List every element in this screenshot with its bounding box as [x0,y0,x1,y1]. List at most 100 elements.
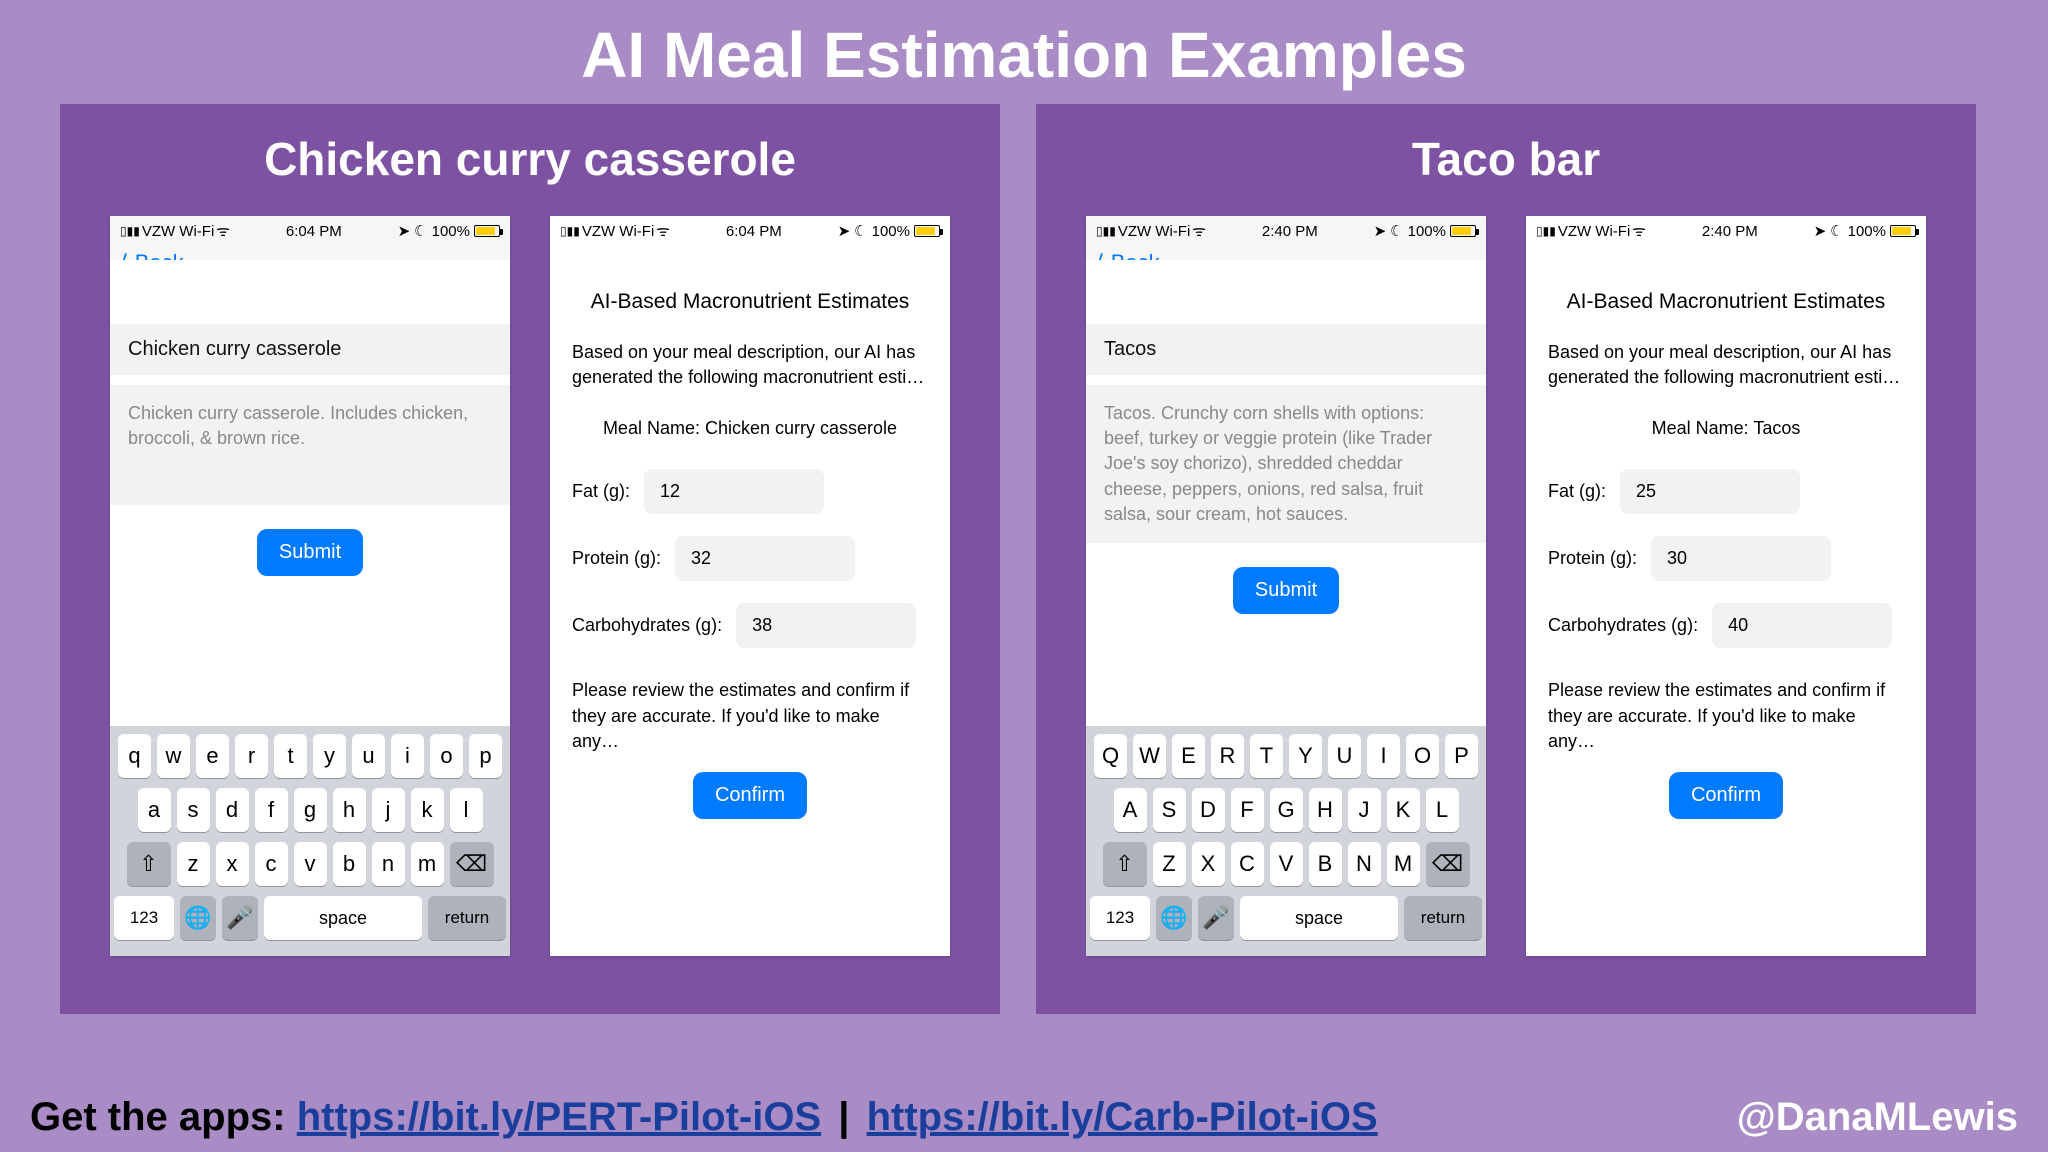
key-u[interactable]: u [352,734,385,778]
fat-label: Fat (g): [1548,481,1606,502]
confirm-button[interactable]: Confirm [1669,772,1783,819]
shift-key[interactable]: ⇧ [1103,842,1147,886]
key-k[interactable]: K [1387,788,1420,832]
carbs-value-input[interactable]: 38 [736,603,916,648]
location-icon: ➤ [838,222,851,240]
key-y[interactable]: Y [1289,734,1322,778]
key-l[interactable]: L [1426,788,1459,832]
key-u[interactable]: U [1328,734,1361,778]
key-x[interactable]: x [216,842,249,886]
key-c[interactable]: C [1231,842,1264,886]
key-q[interactable]: q [118,734,151,778]
protein-value-input[interactable]: 30 [1651,536,1831,581]
space-key[interactable]: space [1240,896,1398,940]
key-w[interactable]: w [157,734,190,778]
key-t[interactable]: t [274,734,307,778]
back-button-peek[interactable]: ⟨ Back [1086,246,1486,260]
key-b[interactable]: b [333,842,366,886]
key-p[interactable]: P [1445,734,1478,778]
key-c[interactable]: c [255,842,288,886]
key-q[interactable]: Q [1094,734,1127,778]
carbs-label: Carbohydrates (g): [572,615,722,636]
link-carb-pilot[interactable]: https://bit.ly/Carb-Pilot-iOS [867,1095,1378,1139]
mic-key[interactable]: 🎤 [1198,896,1234,940]
key-i[interactable]: i [391,734,424,778]
key-n[interactable]: N [1348,842,1381,886]
numbers-key[interactable]: 123 [1090,896,1150,940]
key-p[interactable]: p [469,734,502,778]
key-x[interactable]: X [1192,842,1225,886]
estimate-heading: AI-Based Macronutrient Estimates [550,246,950,334]
key-h[interactable]: H [1309,788,1342,832]
moon-icon: ☾ [1390,222,1403,240]
key-o[interactable]: O [1406,734,1439,778]
key-z[interactable]: Z [1153,842,1186,886]
back-button-peek[interactable]: ⟨ Back [110,246,510,260]
meal-desc-input[interactable]: Chicken curry casserole. Includes chicke… [110,385,510,505]
mic-key[interactable]: 🎤 [222,896,258,940]
key-s[interactable]: s [177,788,210,832]
key-d[interactable]: d [216,788,249,832]
key-m[interactable]: M [1387,842,1420,886]
fat-value-input[interactable]: 12 [644,469,824,514]
key-m[interactable]: m [411,842,444,886]
key-e[interactable]: E [1172,734,1205,778]
key-j[interactable]: j [372,788,405,832]
key-r[interactable]: R [1211,734,1244,778]
submit-button[interactable]: Submit [257,529,363,576]
numbers-key[interactable]: 123 [114,896,174,940]
footer-sep: | [838,1095,860,1139]
key-o[interactable]: o [430,734,463,778]
key-v[interactable]: V [1270,842,1303,886]
key-d[interactable]: D [1192,788,1225,832]
meal-title-input[interactable]: Chicken curry casserole [110,324,510,375]
key-k[interactable]: k [411,788,444,832]
key-t[interactable]: T [1250,734,1283,778]
key-w[interactable]: W [1133,734,1166,778]
key-l[interactable]: l [450,788,483,832]
backspace-key[interactable]: ⌫ [450,842,494,886]
meal-name-label: Meal Name: Chicken curry casserole [550,410,950,463]
key-a[interactable]: a [138,788,171,832]
fat-value-input[interactable]: 25 [1620,469,1800,514]
meal-title-input[interactable]: Tacos [1086,324,1486,375]
key-h[interactable]: h [333,788,366,832]
review-text: Please review the estimates and confirm … [1526,664,1926,768]
wifi-icon: ᯤ [1632,221,1646,241]
key-j[interactable]: J [1348,788,1381,832]
space-key[interactable]: space [264,896,422,940]
location-icon: ➤ [1374,222,1387,240]
key-f[interactable]: F [1231,788,1264,832]
key-f[interactable]: f [255,788,288,832]
confirm-button[interactable]: Confirm [693,772,807,819]
panel-heading: Chicken curry casserole [96,132,964,186]
protein-value-input[interactable]: 32 [675,536,855,581]
key-z[interactable]: z [177,842,210,886]
key-e[interactable]: e [196,734,229,778]
key-g[interactable]: g [294,788,327,832]
key-r[interactable]: r [235,734,268,778]
key-i[interactable]: I [1367,734,1400,778]
ios-keyboard[interactable]: QWERTYUIOP ASDFGHJKL ⇧ZXCVBNM⌫ 123🌐🎤spacere… [1086,726,1486,956]
globe-key[interactable]: 🌐 [180,896,216,940]
key-b[interactable]: B [1309,842,1342,886]
carbs-value-input[interactable]: 40 [1712,603,1892,648]
key-s[interactable]: S [1153,788,1186,832]
key-y[interactable]: y [313,734,346,778]
status-time: 6:04 PM [726,223,782,240]
phone-estimate-taco: ▯▮▮ VZW Wi-Fi ᯤ 2:40 PM ➤ ☾ 100% AI-Base… [1526,216,1926,956]
ios-keyboard[interactable]: qwertyuiop asdfghjkl ⇧zxcvbnm⌫ 123🌐🎤spacere… [110,726,510,956]
return-key[interactable]: return [428,896,506,940]
meal-desc-input[interactable]: Tacos. Crunchy corn shells with options:… [1086,385,1486,543]
key-a[interactable]: A [1114,788,1147,832]
key-v[interactable]: v [294,842,327,886]
link-pert-pilot[interactable]: https://bit.ly/PERT-Pilot-iOS [297,1095,821,1139]
backspace-key[interactable]: ⌫ [1426,842,1470,886]
return-key[interactable]: return [1404,896,1482,940]
key-n[interactable]: n [372,842,405,886]
battery-icon [474,225,500,237]
submit-button[interactable]: Submit [1233,567,1339,614]
shift-key[interactable]: ⇧ [127,842,171,886]
globe-key[interactable]: 🌐 [1156,896,1192,940]
key-g[interactable]: G [1270,788,1303,832]
